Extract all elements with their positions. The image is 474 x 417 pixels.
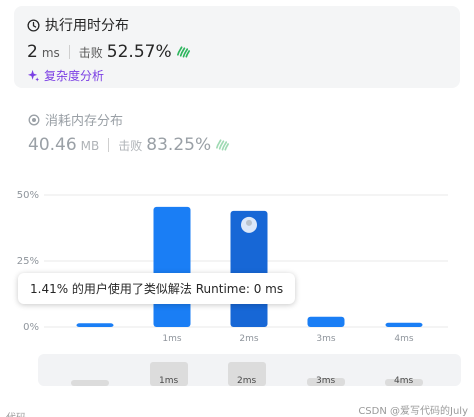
x-tick-label: 3ms bbox=[316, 334, 335, 344]
chart-bars bbox=[76, 206, 423, 327]
x-tick-label: 2ms bbox=[239, 334, 258, 344]
sparkle-icon bbox=[27, 69, 40, 82]
clap-icon bbox=[176, 46, 190, 58]
memory-stats[interactable]: 40.46 MB 击败 83.25% bbox=[28, 135, 230, 155]
runtime-beats-percent: 52.57% bbox=[106, 42, 172, 62]
chart-tooltip: 1.41% 的用户使用了类似解法 Runtime: 0 ms bbox=[18, 273, 296, 304]
memory-value: 40.46 bbox=[28, 135, 77, 155]
runtime-value: 2 bbox=[27, 42, 38, 62]
overview-label: 4ms bbox=[394, 376, 414, 386]
stat-divider bbox=[68, 45, 70, 59]
runtime-card: 执行用时分布 2 ms 击败 52.57% 复杂度分析 bbox=[14, 6, 460, 88]
runtime-title: 执行用时分布 bbox=[27, 15, 129, 35]
overview-label: 3ms bbox=[316, 376, 336, 386]
chart-overview-slider[interactable]: 1ms 2ms 3ms 4ms bbox=[38, 354, 461, 386]
bar-1ms[interactable] bbox=[153, 206, 191, 327]
y-tick-label: 50% bbox=[17, 190, 39, 201]
memory-unit: MB bbox=[80, 139, 100, 153]
x-tick-label: 4ms bbox=[394, 334, 413, 344]
clock-icon bbox=[27, 18, 40, 32]
bar-3ms[interactable] bbox=[307, 316, 345, 327]
code-label: 代码 bbox=[6, 409, 26, 417]
memory-chip-icon bbox=[28, 114, 40, 125]
runtime-stats: 2 ms 击败 52.57% bbox=[27, 42, 191, 62]
chart-x-labels: 1ms 2ms 3ms 4ms bbox=[162, 334, 413, 344]
memory-beats-percent: 83.25% bbox=[146, 135, 212, 155]
memory-title-text: 消耗内存分布 bbox=[45, 114, 124, 129]
overview-bar bbox=[71, 380, 109, 386]
runtime-unit: ms bbox=[41, 46, 60, 60]
x-tick-label: 1ms bbox=[162, 334, 181, 344]
y-tick-label: 0% bbox=[23, 322, 39, 333]
y-tick-label: 25% bbox=[17, 256, 39, 267]
overview-label: 2ms bbox=[237, 376, 257, 386]
bar-0ms[interactable] bbox=[76, 323, 114, 327]
csdn-watermark: CSDN @爱写代码的July bbox=[358, 406, 468, 417]
bar-4ms[interactable] bbox=[385, 322, 423, 327]
overview-label: 1ms bbox=[159, 376, 179, 386]
memory-title[interactable]: 消耗内存分布 bbox=[28, 110, 123, 129]
complexity-analysis-link[interactable]: 复杂度分析 bbox=[27, 67, 104, 84]
clap-icon bbox=[216, 139, 230, 151]
stat-divider bbox=[108, 138, 110, 152]
runtime-distribution-chart: 50% 25% 0% 1ms 2ms 3ms 4ms bbox=[17, 190, 448, 344]
complexity-analysis-label: 复杂度分析 bbox=[44, 69, 105, 83]
memory-beats-label: 击败 bbox=[118, 139, 143, 153]
runtime-title-text: 执行用时分布 bbox=[45, 18, 129, 34]
avatar-head bbox=[246, 219, 252, 226]
runtime-beats-label: 击败 bbox=[78, 46, 103, 60]
